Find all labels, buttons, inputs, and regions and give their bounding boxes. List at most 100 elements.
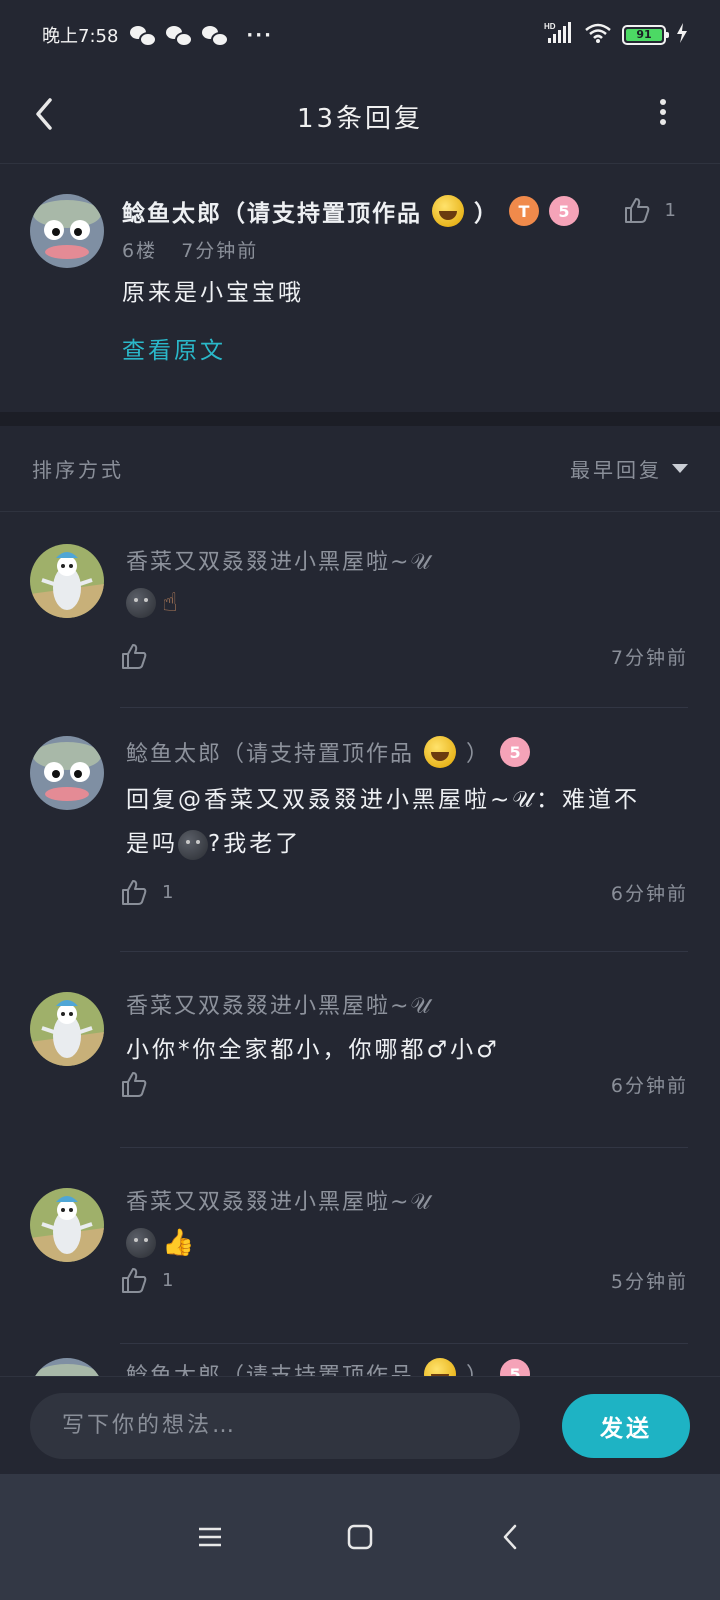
like-button[interactable]: 1 bbox=[120, 1266, 173, 1294]
sort-dropdown[interactable]: 最早回复 bbox=[570, 454, 688, 483]
system-back-button[interactable] bbox=[490, 1517, 530, 1557]
reply-item: 香菜又双叒叕进小黑屋啦~𝒰 👍 1 5分钟前 bbox=[0, 1148, 720, 1344]
status-bar: 晚上7:58 ··· HD 91 bbox=[0, 0, 720, 70]
comment-input[interactable] bbox=[30, 1392, 520, 1459]
like-count: 1 bbox=[664, 199, 676, 221]
original-comment-body: 鲶鱼太郎（请支持置顶作品 ） T 5 6楼 7分钟前 原来是小宝宝哦 查看原文 bbox=[122, 194, 690, 365]
thumbs-up-icon bbox=[122, 1072, 147, 1097]
reply-body: 鲶鱼太郎（请支持置顶作品 ） 5 回复@香菜又双叒叕进小黑屋啦~𝒰：难道不 是吗… bbox=[126, 736, 688, 866]
like-button[interactable] bbox=[120, 1070, 162, 1098]
sort-selected: 最早回复 bbox=[570, 458, 662, 482]
reply-text-line: 回复@香菜又双叒叕进小黑屋啦~𝒰：难道不 bbox=[126, 787, 640, 813]
back-button[interactable] bbox=[32, 92, 72, 136]
recent-apps-button[interactable] bbox=[190, 1517, 230, 1557]
page-title: 13条回复 bbox=[296, 104, 424, 134]
avatar-xiangcai[interactable] bbox=[30, 992, 104, 1066]
thumbs-up-icon bbox=[122, 644, 147, 669]
more-notifications-icon: ··· bbox=[246, 24, 273, 46]
comment-input-bar: 发送 bbox=[0, 1376, 720, 1474]
caret-down-icon bbox=[672, 464, 688, 473]
reply-body: 香菜又双叒叕进小黑屋啦~𝒰 ☝ bbox=[126, 544, 688, 618]
reply-author[interactable]: 香菜又双叒叕进小黑屋啦~𝒰 bbox=[126, 988, 688, 1020]
reply-body: 香菜又双叒叕进小黑屋啦~𝒰 👍 bbox=[126, 1184, 688, 1258]
reply-author[interactable]: 鲶鱼太郎（请支持置顶作品 bbox=[126, 1358, 414, 1376]
reply-author[interactable]: 鲶鱼太郎（请支持置顶作品 bbox=[126, 736, 414, 768]
section-divider bbox=[0, 412, 720, 426]
back-arrow-icon bbox=[36, 98, 52, 130]
back-chevron-icon bbox=[503, 1524, 517, 1550]
reply-body: 香菜又双叒叕进小黑屋啦~𝒰 小你*你全家都小，你哪都♂小♂ bbox=[126, 988, 688, 1072]
wechat-notification-icon bbox=[130, 25, 158, 47]
author-name[interactable]: 鲶鱼太郎（请支持置顶作品 bbox=[122, 194, 422, 228]
level-badge-5: 5 bbox=[549, 196, 579, 226]
reply-text-part: ?我老了 bbox=[208, 831, 302, 857]
like-button[interactable]: 1 bbox=[120, 878, 173, 906]
like-button[interactable] bbox=[120, 642, 162, 670]
sort-bar: 排序方式 最早回复 bbox=[0, 426, 720, 512]
floor-number: 6楼 bbox=[122, 240, 158, 262]
comment-meta: 6楼 7分钟前 bbox=[122, 236, 690, 263]
level-badge-5: 5 bbox=[500, 1359, 531, 1376]
grinning-emoji bbox=[432, 195, 464, 227]
reply-name-row: 鲶鱼太郎（请支持置顶作品 ） 5 bbox=[126, 736, 688, 768]
grinning-emoji bbox=[424, 736, 457, 768]
dark-face-emoji bbox=[178, 829, 208, 860]
avatar-catfish[interactable] bbox=[30, 1358, 104, 1376]
dark-face-emoji bbox=[126, 588, 156, 618]
menu-lines-icon bbox=[199, 1527, 221, 1547]
home-square-icon bbox=[347, 1524, 373, 1550]
pointing-up-emoji: ☝ bbox=[162, 588, 178, 618]
reply-item: 鲶鱼太郎（请支持置顶作品 ） 5 bbox=[0, 1344, 720, 1376]
reply-text-part: 是吗 bbox=[126, 831, 178, 857]
reply-time: 7分钟前 bbox=[610, 646, 688, 669]
thumbs-up-icon bbox=[122, 880, 147, 905]
like-button[interactable]: 1 bbox=[623, 196, 676, 224]
reply-text: 回复@香菜又双叒叕进小黑屋啦~𝒰：难道不 是吗 ?我老了 bbox=[126, 778, 688, 866]
avatar-catfish[interactable] bbox=[30, 736, 104, 810]
more-vertical-icon bbox=[660, 99, 666, 125]
reply-footer: 6分钟前 bbox=[120, 1070, 688, 1098]
battery-level: 91 bbox=[626, 29, 662, 41]
avatar-xiangcai[interactable] bbox=[30, 1188, 104, 1262]
reply-footer: 1 5分钟前 bbox=[120, 1266, 688, 1294]
reply-footer: 1 6分钟前 bbox=[120, 878, 688, 906]
reply-body: 鲶鱼太郎（请支持置顶作品 ） 5 bbox=[126, 1358, 688, 1376]
like-count: 1 bbox=[162, 1269, 174, 1291]
send-button[interactable]: 发送 bbox=[562, 1393, 690, 1458]
reply-time: 6分钟前 bbox=[610, 882, 688, 905]
reply-item: 鲶鱼太郎（请支持置顶作品 ） 5 回复@香菜又双叒叕进小黑屋啦~𝒰：难道不 是吗… bbox=[0, 708, 720, 952]
thumbs-up-icon bbox=[122, 1268, 147, 1293]
wechat-notification-icon bbox=[166, 25, 194, 47]
comment-time: 7分钟前 bbox=[181, 240, 259, 262]
signal-icon: HD bbox=[544, 21, 574, 49]
wifi-icon bbox=[584, 22, 612, 49]
reply-text: 小你*你全家都小，你哪都♂小♂ bbox=[126, 1037, 500, 1063]
charging-icon bbox=[676, 22, 688, 48]
reply-author[interactable]: 香菜又双叒叕进小黑屋啦~𝒰 bbox=[126, 544, 688, 576]
avatar-xiangcai[interactable] bbox=[30, 544, 104, 618]
home-button[interactable] bbox=[340, 1517, 380, 1557]
dark-face-emoji bbox=[126, 1228, 156, 1258]
like-count: 1 bbox=[162, 881, 174, 903]
battery-icon: 91 bbox=[622, 25, 669, 45]
comment-text: 原来是小宝宝哦 bbox=[122, 280, 304, 306]
status-right: HD 91 bbox=[544, 21, 688, 49]
reply-author[interactable]: 香菜又双叒叕进小黑屋啦~𝒰 bbox=[126, 1184, 688, 1216]
author-name-tail: ） bbox=[474, 201, 499, 227]
thumbs-up-icon bbox=[624, 198, 649, 223]
reply-author-tail: ） bbox=[466, 1358, 490, 1376]
view-original-link[interactable]: 查看原文 bbox=[122, 331, 226, 365]
avatar-catfish[interactable] bbox=[30, 194, 104, 268]
level-badge-t: T bbox=[509, 196, 539, 226]
reply-author-tail: ） bbox=[466, 742, 491, 767]
app-header: 13条回复 bbox=[0, 70, 720, 164]
original-comment: 鲶鱼太郎（请支持置顶作品 ） T 5 6楼 7分钟前 原来是小宝宝哦 查看原文 … bbox=[0, 164, 720, 412]
status-left: 晚上7:58 ··· bbox=[42, 22, 273, 48]
level-badge-5: 5 bbox=[500, 737, 531, 767]
more-menu-button[interactable] bbox=[650, 96, 676, 136]
reply-item: 香菜又双叒叕进小黑屋啦~𝒰 ☝ 7分钟前 bbox=[0, 512, 720, 708]
network-label: HD bbox=[544, 22, 556, 31]
reply-text: 👍 bbox=[126, 1228, 688, 1258]
reply-text-line: 是吗 ?我老了 bbox=[126, 822, 688, 866]
reply-name-row: 鲶鱼太郎（请支持置顶作品 ） 5 bbox=[126, 1358, 688, 1376]
